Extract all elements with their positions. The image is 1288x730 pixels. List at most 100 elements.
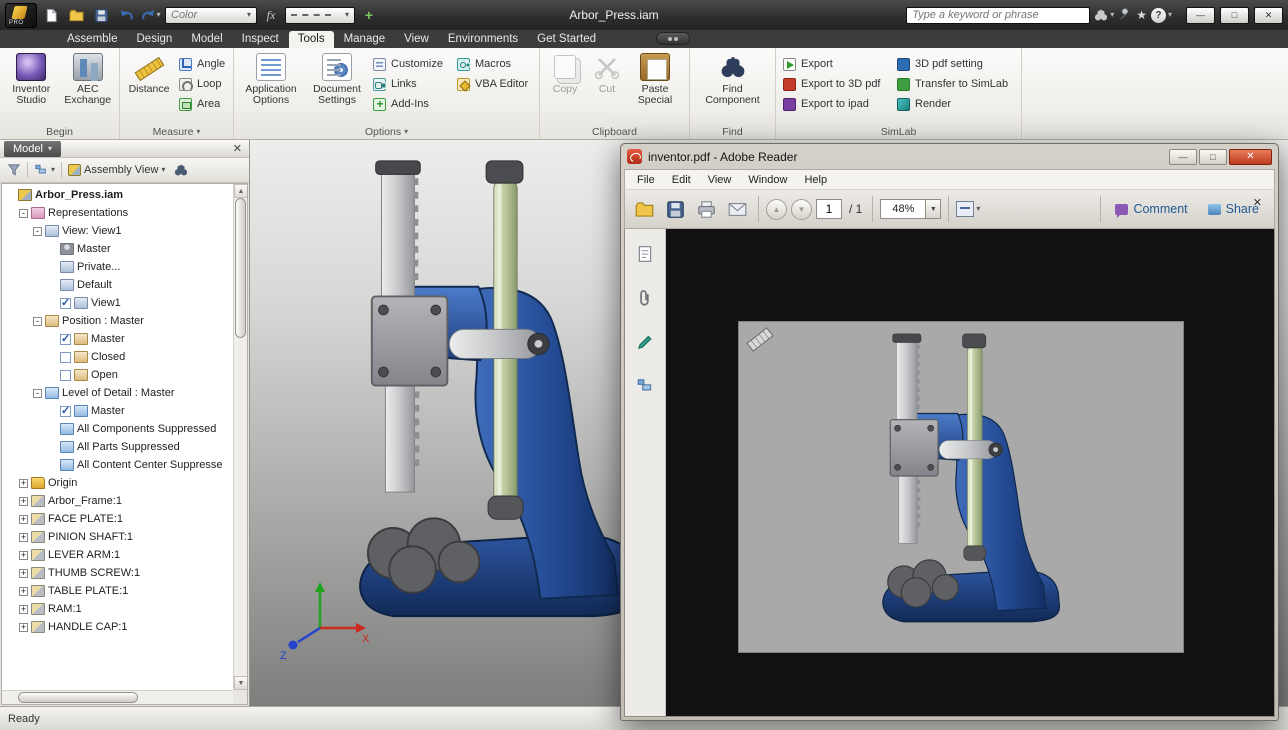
tree-expander-icon[interactable] [33,317,42,326]
tree-item[interactable]: Arbor_Frame:1 [2,492,233,510]
zoom-dropdown-icon[interactable]: ▼ [926,199,941,219]
zoom-control[interactable]: 48% ▼ [880,199,941,219]
ribbon-tab[interactable]: Design [128,31,182,48]
aec-exchange-button[interactable]: AEC Exchange [61,51,116,108]
tree-checkbox[interactable] [60,370,71,381]
ribbon-tab[interactable]: View [395,31,438,48]
measure-tool-button[interactable]: Area [176,96,228,112]
maximize-button[interactable]: □ [1220,7,1249,24]
help-search-input[interactable] [906,7,1090,24]
tree-item[interactable]: PINION SHAFT:1 [2,528,233,546]
tree-item[interactable]: HANDLE CAP:1 [2,618,233,636]
document-settings-button[interactable]: Document Settings [306,51,368,108]
favorites-star-icon[interactable]: ★ [1136,8,1147,22]
new-file-button[interactable] [40,5,62,25]
assembly-view-selector[interactable]: Assembly View ▾ [65,160,168,180]
options-tool-button[interactable]: Links [370,76,452,92]
reader-menu-item[interactable]: File [629,172,663,188]
tree-expander-icon[interactable] [19,533,28,542]
tree-item[interactable]: All Parts Suppressed [2,438,233,456]
tree-checkbox[interactable] [60,406,71,417]
tree-expander-icon[interactable] [19,587,28,596]
tree-vertical-scrollbar[interactable]: ▲ ▼ [233,184,247,690]
options-tool-button[interactable]: Add-Ins [370,96,452,112]
browser-search-button[interactable] [171,160,191,180]
tree-item[interactable]: View: View1 [2,222,233,240]
redo-button[interactable]: ▾ [140,5,162,25]
reader-menu-item[interactable]: Edit [664,172,699,188]
tree-item[interactable]: Open [2,366,233,384]
inventor-studio-button[interactable]: Inventor Studio [4,51,59,108]
zoom-level-value[interactable]: 48% [880,199,926,219]
reader-open-button[interactable] [631,196,658,223]
reader-close-button[interactable]: ✕ [1229,149,1272,165]
measure-tool-button[interactable]: Loop [176,76,228,92]
parameters-fx-button[interactable]: fx [260,5,282,25]
reader-minimize-button[interactable]: — [1169,149,1197,165]
browser-model-tab[interactable]: Model ▾ [4,141,61,157]
tree-expander-icon[interactable] [19,623,28,632]
tree-checkbox[interactable] [60,298,71,309]
tree-item[interactable]: Default [2,276,233,294]
tree-item[interactable]: Origin [2,474,233,492]
copy-button[interactable]: Copy [544,51,586,97]
line-style-combo[interactable]: ▾ [285,7,355,24]
tree-item[interactable]: Position : Master [2,312,233,330]
undo-button[interactable] [115,5,137,25]
tree-item[interactable]: TABLE PLATE:1 [2,582,233,600]
measure-tool-button[interactable]: Angle [176,56,228,72]
page-number-input[interactable] [816,199,842,219]
ribbon-tab[interactable]: Environments [439,31,527,48]
simlab-tool-button[interactable]: Export to 3D pdf [780,76,892,92]
ribbon-tab[interactable]: Get Started [528,31,605,48]
simlab-tool-button[interactable]: Export to ipad [780,96,892,112]
ribbon-tab[interactable]: Tools [289,31,334,48]
tree-item[interactable]: RAM:1 [2,600,233,618]
ribbon-tab[interactable]: Model [182,31,231,48]
wrench-icon[interactable] [1118,8,1132,22]
tree-item[interactable]: Representations [2,204,233,222]
reader-print-button[interactable] [693,196,720,223]
tree-item[interactable]: THUMB SCREW:1 [2,564,233,582]
minimize-button[interactable]: — [1186,7,1215,24]
open-file-button[interactable] [65,5,87,25]
sign-panel-button[interactable] [636,333,654,351]
inventor-logo-icon[interactable]: PRO [5,3,37,28]
find-component-button[interactable]: Find Component [698,51,768,108]
application-options-button[interactable]: Application Options [238,51,304,108]
ribbon-tab[interactable]: Manage [335,31,395,48]
browser-close-icon[interactable]: ✕ [230,142,245,155]
scrollbar-thumb[interactable] [235,198,246,338]
ribbon-tab[interactable]: Assemble [58,31,127,48]
save-button[interactable] [90,5,112,25]
pages-panel-button[interactable] [636,245,654,263]
tree-item[interactable]: Master [2,240,233,258]
reader-email-button[interactable] [724,196,751,223]
tree-item[interactable]: Level of Detail : Master [2,384,233,402]
pdf-canvas[interactable] [666,229,1274,716]
tree-item[interactable]: Arbor_Press.iam [2,186,233,204]
reader-titlebar[interactable]: inventor.pdf - Adobe Reader — □ ✕ [624,144,1275,169]
tree-checkbox[interactable] [60,352,71,363]
help-button[interactable]: ?▾ [1151,8,1172,23]
tree-checkbox[interactable] [60,334,71,345]
tree-item[interactable]: View1 [2,294,233,312]
tree-item[interactable]: All Components Suppressed [2,420,233,438]
scrollbar-thumb[interactable] [18,692,138,703]
adobe-reader-window[interactable]: inventor.pdf - Adobe Reader — □ ✕ File E… [620,143,1279,721]
paste-special-button[interactable]: Paste Special [628,51,682,108]
options-tool-button[interactable]: Macros [454,56,534,72]
distance-button[interactable]: Distance [124,51,174,97]
ribbon-tab[interactable]: Inspect [233,31,288,48]
comment-button[interactable]: Comment [1106,202,1196,216]
simlab-tool-button[interactable]: Render [894,96,1016,112]
tree-expander-icon[interactable] [19,605,28,614]
fit-width-button[interactable]: ▾ [956,201,980,217]
reader-menu-item[interactable]: Window [740,172,795,188]
tree-item[interactable]: LEVER ARM:1 [2,546,233,564]
reader-menu-item[interactable]: Help [796,172,835,188]
cut-button[interactable]: Cut [588,51,626,97]
previous-page-button[interactable]: ▲ [766,199,787,220]
attachments-panel-button[interactable] [636,289,654,307]
bookmarks-panel-button[interactable] [636,377,654,395]
